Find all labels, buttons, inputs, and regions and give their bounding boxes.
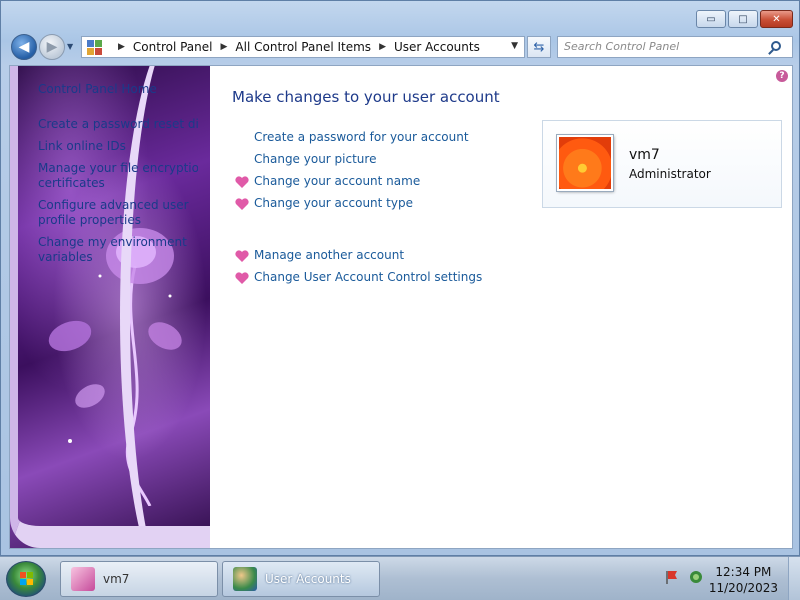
windows-logo-icon <box>20 572 34 586</box>
user-picture-icon <box>71 567 95 591</box>
clock[interactable]: 12:34 PM 11/20/2023 <box>709 564 778 596</box>
task-change-type[interactable]: Change your account type <box>232 192 532 214</box>
sidebar: Control Panel Home Create a password res… <box>10 66 210 548</box>
start-button[interactable] <box>6 561 46 597</box>
taskbar-label: vm7 <box>103 572 130 586</box>
task-manage-another[interactable]: Manage another account <box>232 244 532 266</box>
search-input[interactable]: Search Control Panel <box>557 36 793 58</box>
user-accounts-window: ▭ □ ✕ ◀ ▶ ▼ ▶ Control Panel ▶ All Contro… <box>0 0 800 556</box>
sidebar-advanced-profile[interactable]: Configure advanced user <box>38 198 198 213</box>
shield-heart-icon <box>235 198 249 210</box>
account-name: vm7 <box>629 147 660 163</box>
help-icon[interactable]: ? <box>776 70 788 82</box>
taskbar: vm7 User Accounts 12:34 PM 11/20/2023 <box>0 556 800 600</box>
back-button[interactable]: ◀ <box>11 34 37 60</box>
sidebar-links: Control Panel Home Create a password res… <box>38 82 198 265</box>
content-area: Control Panel Home Create a password res… <box>9 65 793 549</box>
shield-heart-icon <box>235 272 249 284</box>
shield-heart-icon <box>235 176 249 188</box>
taskbar-button-vm7[interactable]: vm7 <box>60 561 218 597</box>
system-tray <box>664 569 704 585</box>
breadcrumb-separator[interactable]: ▶ <box>118 42 125 52</box>
navigation-bar: ◀ ▶ ▼ ▶ Control Panel ▶ All Control Pane… <box>9 34 793 60</box>
sidebar-manage-encryption[interactable]: Manage your file encryption <box>38 161 198 176</box>
taskbar-label: User Accounts <box>265 572 351 586</box>
sidebar-environment-variables[interactable]: Change my environment <box>38 235 198 250</box>
breadcrumb-all-items[interactable]: All Control Panel Items <box>235 40 371 54</box>
clock-time: 12:34 PM <box>715 565 772 579</box>
task-change-picture[interactable]: Change your picture <box>232 148 532 170</box>
network-icon[interactable] <box>688 569 704 585</box>
taskbar-button-user-accounts[interactable]: User Accounts <box>222 561 380 597</box>
sidebar-control-panel-home[interactable]: Control Panel Home <box>38 82 198 97</box>
task-links: Create a password for your account Chang… <box>232 126 532 288</box>
minimize-button[interactable]: ▭ <box>696 10 726 28</box>
address-dropdown-icon[interactable]: ▼ <box>511 41 518 51</box>
page-title: Make changes to your user account <box>232 88 500 106</box>
sidebar-environment-variables-cont[interactable]: variables <box>38 250 198 265</box>
forward-button[interactable]: ▶ <box>39 34 65 60</box>
task-label[interactable]: Manage another account <box>254 248 404 262</box>
breadcrumb-user-accounts[interactable]: User Accounts <box>394 40 480 54</box>
task-uac-settings[interactable]: Change User Account Control settings <box>232 266 532 288</box>
sidebar-manage-encryption-cont[interactable]: certificates <box>38 176 198 191</box>
task-label[interactable]: Create a password for your account <box>254 130 469 144</box>
task-label[interactable]: Change User Account Control settings <box>254 270 482 284</box>
close-button[interactable]: ✕ <box>760 10 793 28</box>
sidebar-link-online-ids[interactable]: Link online IDs <box>38 139 198 154</box>
caption-buttons: ▭ □ ✕ <box>696 10 793 28</box>
address-bar[interactable]: ▶ Control Panel ▶ All Control Panel Item… <box>81 36 525 58</box>
maximize-button[interactable]: □ <box>728 10 758 28</box>
shield-heart-icon <box>235 250 249 262</box>
recent-pages-dropdown[interactable]: ▼ <box>67 42 77 52</box>
task-create-password[interactable]: Create a password for your account <box>232 126 532 148</box>
breadcrumb-separator[interactable]: ▶ <box>379 42 386 52</box>
search-icon[interactable] <box>771 41 781 51</box>
breadcrumb-separator[interactable]: ▶ <box>221 42 228 52</box>
task-label[interactable]: Change your account type <box>254 196 413 210</box>
show-desktop-button[interactable] <box>788 557 800 600</box>
control-panel-icon <box>86 39 104 55</box>
account-role: Administrator <box>629 167 711 181</box>
task-label[interactable]: Change your account name <box>254 174 420 188</box>
account-card: vm7 Administrator <box>542 120 782 208</box>
sidebar-advanced-profile-cont[interactable]: profile properties <box>38 213 198 228</box>
action-center-flag-icon[interactable] <box>664 569 680 585</box>
avatar[interactable] <box>556 134 614 192</box>
breadcrumb-control-panel[interactable]: Control Panel <box>133 40 213 54</box>
clock-date: 11/20/2023 <box>708 581 778 595</box>
sidebar-create-reset-disk[interactable]: Create a password reset disk <box>38 117 198 132</box>
refresh-button[interactable]: ⇆ <box>527 36 551 58</box>
task-change-name[interactable]: Change your account name <box>232 170 532 192</box>
task-label[interactable]: Change your picture <box>254 152 376 166</box>
user-accounts-icon <box>233 567 257 591</box>
